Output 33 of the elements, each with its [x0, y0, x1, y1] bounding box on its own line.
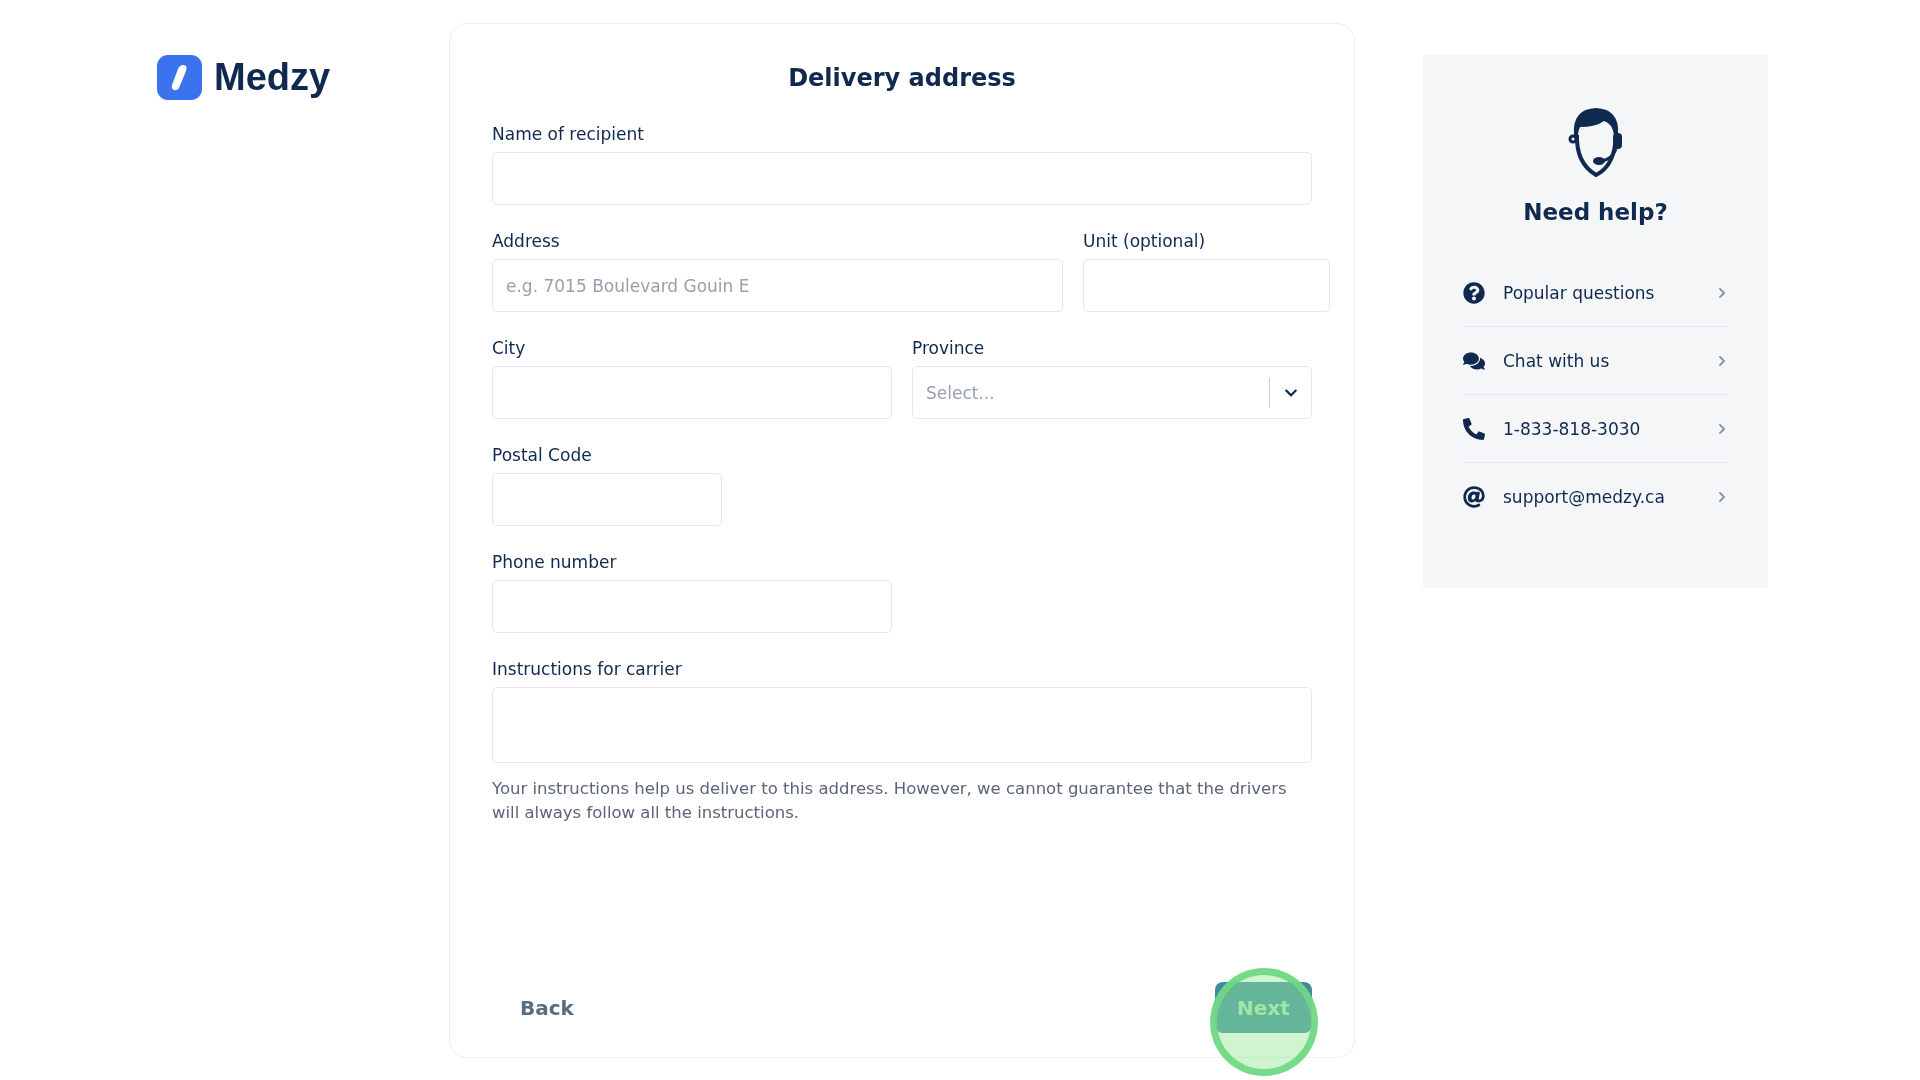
select-placeholder: Select... — [926, 382, 996, 403]
text-field[interactable] — [492, 580, 892, 633]
back-button[interactable]: Back — [514, 994, 580, 1021]
field-label: Name of recipient — [492, 124, 645, 144]
instructions-field[interactable] — [492, 687, 1312, 763]
instructions-note: Your instructions help us deliver to this address. However, we cannot guarantee that the drivers will always follow all the instructions. — [492, 778, 1288, 824]
field-label: City — [492, 338, 527, 358]
field-label: Phone number — [492, 552, 618, 572]
help-link[interactable]: Popular questions — [1463, 259, 1728, 327]
chevron-right-icon — [1716, 286, 1728, 299]
chevron-right-icon — [1716, 422, 1728, 435]
email-icon — [1463, 486, 1485, 508]
text-field[interactable] — [1083, 259, 1330, 312]
help-title: Need help? — [1523, 199, 1668, 225]
logo-icon — [157, 55, 202, 100]
form-title: Delivery address — [787, 64, 1017, 92]
field-label: Postal Code — [492, 445, 593, 465]
logo-text: Medzy — [214, 56, 331, 99]
chevron-right-icon — [1716, 354, 1728, 367]
field-label: Instructions for carrier — [492, 659, 683, 679]
help-link[interactable]: 1-833-818-3030 — [1463, 395, 1728, 463]
text-field[interactable]: e.g. 7015 Boulevard Gouin E — [492, 259, 1063, 312]
question-icon — [1463, 281, 1485, 304]
text-field[interactable] — [492, 366, 892, 419]
text-field[interactable] — [492, 473, 722, 526]
help-link[interactable]: Chat with us — [1463, 327, 1728, 395]
field-label: Address — [492, 231, 561, 251]
text-field[interactable] — [492, 152, 1312, 205]
phone-icon — [1463, 417, 1485, 440]
help-link[interactable]: support@medzy.ca — [1463, 463, 1728, 531]
field-label: Province — [912, 338, 986, 358]
field-label: Unit (optional) — [1083, 231, 1207, 251]
chevron-right-icon — [1716, 491, 1728, 503]
